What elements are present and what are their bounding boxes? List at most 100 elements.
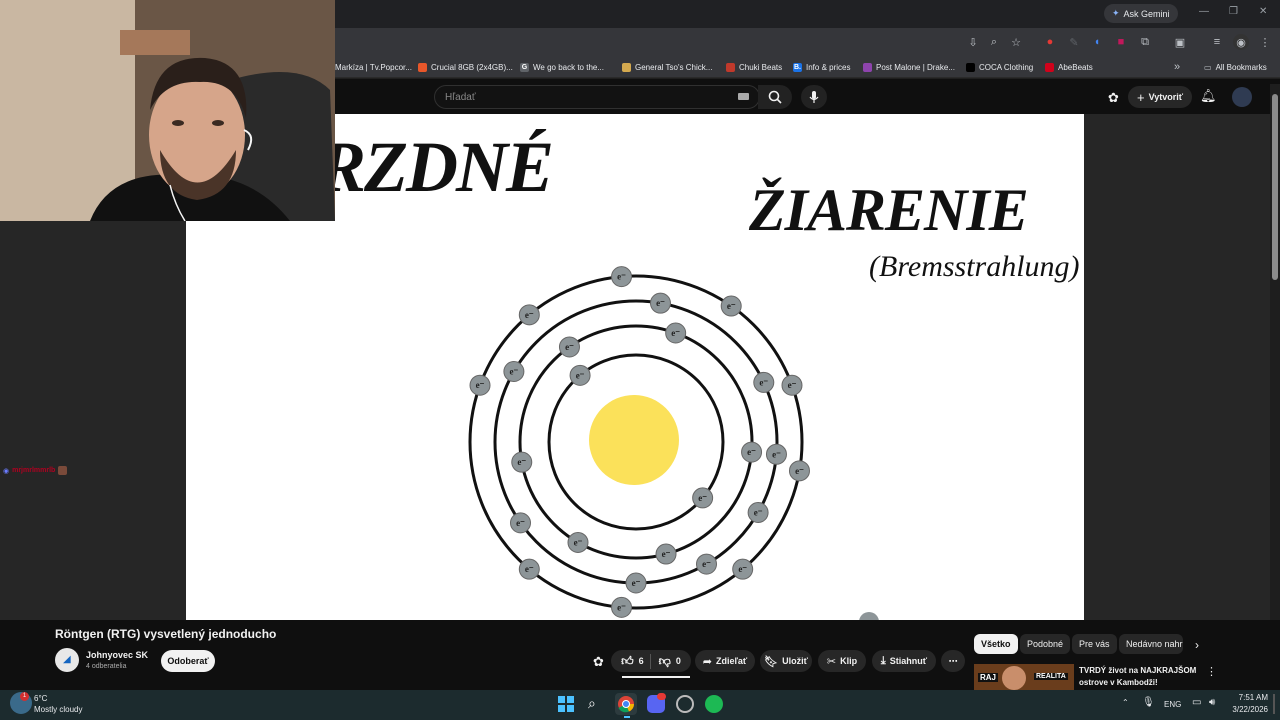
maximize-button[interactable]: ❐	[1229, 6, 1238, 17]
bookmark-item[interactable]: Crucial 8GB (2x4GB)...	[418, 60, 513, 74]
electron: e⁻	[781, 374, 803, 396]
extension-pink-icon[interactable]: ■	[1113, 34, 1129, 50]
svg-text:e⁻: e⁻	[788, 380, 797, 390]
chevron-right-icon[interactable]: ›	[1195, 638, 1199, 652]
show-desktop-divider[interactable]	[1273, 694, 1275, 714]
share-label: Zdieľať	[715, 656, 748, 666]
bookmark-item[interactable]: Post Malone | Drake...	[863, 60, 955, 74]
download-button[interactable]: ⤓ Stiahnuť	[872, 650, 936, 672]
dislike-button[interactable]: 👎︎ 0	[655, 654, 681, 669]
weather-temperature[interactable]: 6°C	[34, 694, 47, 703]
taskbar-spotify-icon[interactable]	[705, 695, 723, 713]
like-count: 6	[638, 656, 644, 666]
recommendation-menu-icon[interactable]: ⋮	[1206, 665, 1217, 678]
bookmark-favicon-icon: B.	[793, 62, 802, 72]
taskbar-search-icon[interactable]: ⌕	[588, 695, 596, 712]
keyboard-icon[interactable]	[738, 93, 749, 100]
bookmark-item[interactable]: G We go back to the...	[520, 60, 604, 74]
save-label: Uložiť	[782, 656, 808, 666]
tray-network-icon[interactable]: ▭	[1192, 697, 1201, 708]
scrollbar-thumb[interactable]	[1272, 94, 1278, 280]
weather-description[interactable]: Mostly cloudy	[34, 705, 82, 714]
chip-all[interactable]: Všetko	[974, 634, 1018, 654]
chip-related[interactable]: Podobné	[1020, 634, 1071, 654]
tray-overflow-icon[interactable]: ⌃	[1122, 698, 1129, 707]
channel-avatar[interactable]: ◢	[55, 648, 79, 672]
bookmark-favicon-icon	[622, 62, 631, 72]
bookmark-item[interactable]: AbeBeats	[1045, 60, 1093, 74]
premium-badge-icon[interactable]: ✿	[1108, 90, 1119, 106]
electron: e⁻	[567, 531, 589, 553]
more-actions-button[interactable]: ⋯	[941, 650, 965, 672]
electron: e⁻	[503, 361, 525, 382]
create-button[interactable]: + Vytvoriť	[1128, 86, 1193, 108]
install-app-icon[interactable]: ⇩	[965, 34, 981, 50]
windows-start-icon[interactable]	[558, 696, 574, 712]
bookmark-item[interactable]: General Tso's Chick...	[622, 60, 712, 74]
bookmark-star-icon[interactable]: ☆	[1008, 34, 1024, 50]
bookmark-item[interactable]: B. Info & prices	[793, 60, 850, 74]
minimize-button[interactable]: —	[1199, 6, 1209, 17]
webcam-feed	[0, 0, 335, 221]
browser-menu-icon[interactable]: ⋮	[1257, 34, 1273, 50]
taskbar-chrome-icon[interactable]	[615, 693, 637, 715]
bookmark-item[interactable]: Chuki Beats	[726, 60, 782, 74]
ai-sparkle-icon[interactable]: ✿	[593, 654, 604, 670]
extension-audio-icon[interactable]: ◖	[1089, 34, 1105, 50]
svg-text:e⁻: e⁻	[516, 518, 525, 528]
weather-badge: 1	[20, 692, 29, 701]
tray-microphone-icon[interactable]: 🎙︎	[1142, 697, 1155, 708]
search-input[interactable]: Hľadať	[434, 85, 760, 109]
like-button[interactable]: 👍︎ 6	[621, 653, 651, 669]
bookmark-item[interactable]: Markíza | Tv.Popcor...	[335, 60, 412, 74]
chip-recently-uploaded[interactable]: Nedávno nahr	[1119, 634, 1183, 654]
media-controls-icon[interactable]: ≡	[1209, 34, 1225, 50]
extension-red-icon[interactable]: ●	[1042, 34, 1058, 50]
taskbar-date[interactable]: 3/22/2026	[1229, 705, 1268, 714]
bookmark-item[interactable]: COCA Clothing	[966, 60, 1033, 74]
taskbar-time[interactable]: 7:51 AM	[1236, 693, 1268, 702]
svg-text:e⁻: e⁻	[772, 449, 781, 459]
extension-gray-icon[interactable]: ✎	[1066, 34, 1082, 50]
save-button[interactable]: 🔖︎ Uložiť	[760, 650, 812, 672]
svg-text:e⁻: e⁻	[574, 537, 583, 547]
all-bookmarks-button[interactable]: ▭ All Bookmarks	[1204, 60, 1267, 74]
zoom-icon[interactable]: ⌕	[986, 34, 1002, 50]
ask-gemini-button[interactable]: ✦ Ask Gemini	[1104, 4, 1178, 23]
chat-username: mrjmrlmmrlb	[12, 467, 56, 474]
taskbar-discord-icon[interactable]	[647, 693, 666, 713]
electron: e⁻	[518, 304, 540, 326]
chip-for-you[interactable]: Pre vás	[1072, 634, 1117, 654]
electron: e⁻	[665, 322, 687, 344]
subscribe-button[interactable]: Odoberať	[161, 650, 215, 672]
more-bookmarks-icon[interactable]: »	[1169, 59, 1185, 75]
plus-icon: +	[1137, 89, 1145, 105]
emote-icon	[58, 466, 68, 475]
input-language[interactable]: ENG	[1164, 700, 1181, 709]
taskbar-app-icon[interactable]	[676, 695, 694, 713]
extensions-puzzle-icon[interactable]: ⧉	[1137, 34, 1153, 50]
channel-name[interactable]: Johnyovec SK	[86, 650, 148, 660]
share-button[interactable]: ➦ Zdieľať	[695, 650, 755, 672]
account-avatar[interactable]	[1232, 87, 1252, 107]
recommendation-title[interactable]: TVRDÝ život na NAJKRAJŠOM ostrove v Kamb…	[1079, 665, 1204, 689]
close-window-button[interactable]: ✕	[1259, 6, 1267, 17]
notifications-bell-icon[interactable]: 🔔︎	[1200, 88, 1217, 104]
video-letterbox	[1084, 114, 1270, 620]
download-icon: ⤓	[880, 654, 886, 667]
svg-text:e⁻: e⁻	[656, 298, 665, 308]
bookmark-label: General Tso's Chick...	[635, 62, 713, 72]
electron: e⁻	[753, 371, 775, 393]
svg-text:e⁻: e⁻	[632, 578, 641, 588]
electron: e⁻	[720, 295, 742, 317]
voice-search-button[interactable]	[801, 85, 827, 109]
search-button[interactable]	[758, 85, 792, 109]
side-panel-icon[interactable]: ▣	[1172, 34, 1188, 50]
bookmark-favicon-icon	[418, 62, 427, 72]
clip-button[interactable]: ✂ Klip	[818, 650, 866, 672]
recommendation-thumbnail[interactable]: RAJ REALITA	[974, 664, 1074, 690]
tray-volume-icon[interactable]: 🔊︎	[1209, 697, 1215, 708]
bookmark-label: Chuki Beats	[739, 62, 783, 72]
weather-icon[interactable]: 1	[10, 692, 32, 714]
profile-avatar-icon[interactable]: ◉	[1233, 34, 1249, 50]
